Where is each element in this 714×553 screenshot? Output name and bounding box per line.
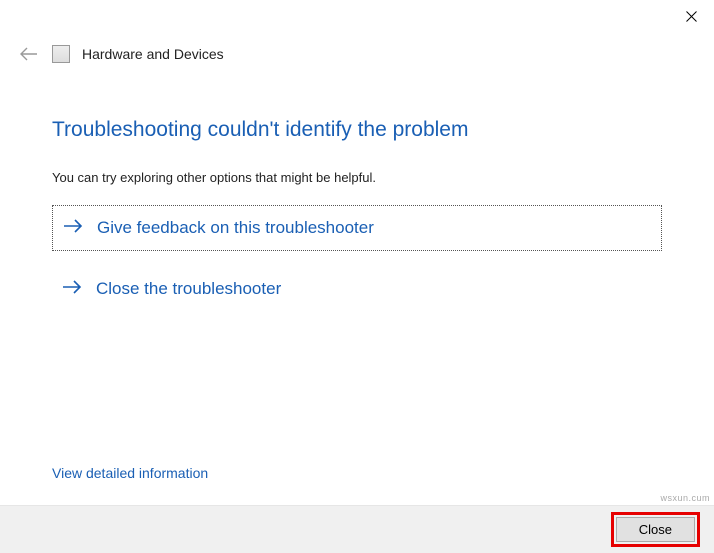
result-subtext: You can try exploring other options that… [52,170,662,185]
troubleshooter-name: Hardware and Devices [82,46,224,62]
content-area: Troubleshooting couldn't identify the pr… [0,68,714,311]
footer-bar: Close [0,505,714,553]
close-icon [686,11,697,22]
arrow-right-icon [63,218,83,238]
window-close-button[interactable] [668,0,714,32]
titlebar [0,0,714,40]
view-detailed-information-link[interactable]: View detailed information [52,465,208,481]
option-give-feedback[interactable]: Give feedback on this troubleshooter [52,205,662,251]
close-button-highlight: Close [611,512,700,547]
back-arrow-icon [20,47,38,61]
back-button [18,47,40,61]
troubleshooter-icon [52,45,70,63]
option-label: Close the troubleshooter [96,279,281,299]
option-close-troubleshooter[interactable]: Close the troubleshooter [52,267,662,311]
option-label: Give feedback on this troubleshooter [97,218,374,238]
watermark: wsxun.cum [660,493,710,503]
close-button[interactable]: Close [616,517,695,542]
arrow-right-icon [62,279,82,299]
result-heading: Troubleshooting couldn't identify the pr… [52,118,662,142]
header-row: Hardware and Devices [0,40,714,68]
